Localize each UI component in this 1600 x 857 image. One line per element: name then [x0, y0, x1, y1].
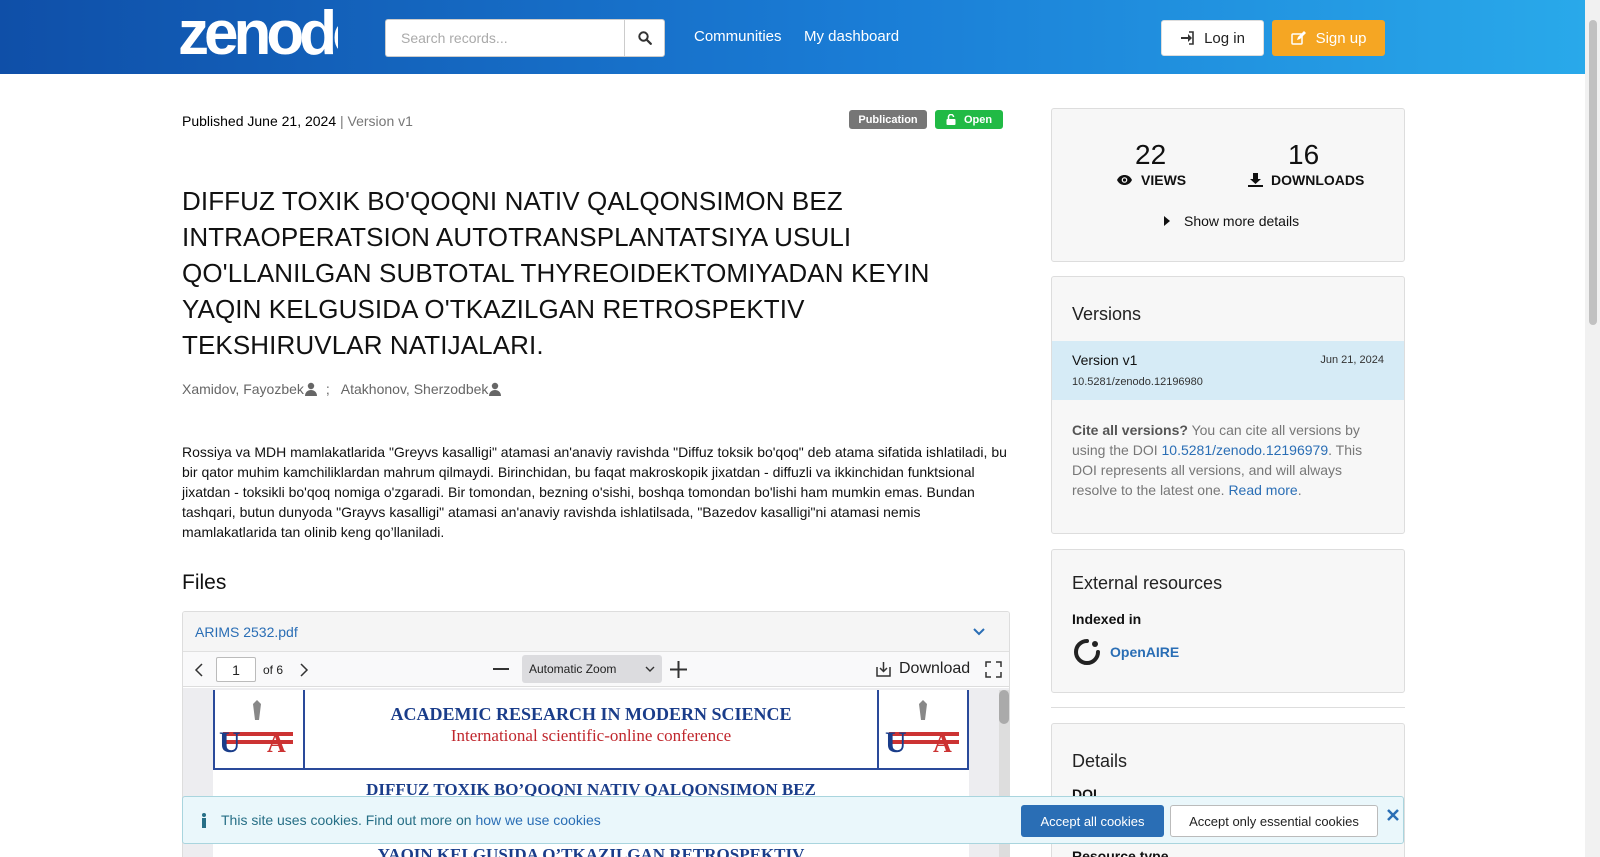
pdf-conference-title: ACADEMIC RESEARCH IN MODERN SCIENCE [390, 704, 792, 724]
version-item-date: Jun 21, 2024 [1320, 354, 1384, 366]
login-button[interactable]: Log in [1161, 20, 1264, 56]
cookie-policy-link[interactable]: how we use cookies [475, 812, 600, 828]
edit-icon [1290, 30, 1306, 45]
download-icon[interactable] [875, 661, 892, 678]
read-more-link[interactable]: Read more [1228, 482, 1297, 498]
publication-badge-label: Publication [858, 113, 918, 126]
search-input[interactable] [385, 19, 624, 57]
downloads-count: 16 [1288, 139, 1320, 170]
user-icon [489, 382, 502, 396]
eye-icon [1117, 175, 1132, 185]
page-scrollbar[interactable] [1585, 0, 1600, 857]
open-access-label: Open [963, 113, 993, 126]
svg-text:A: A [933, 729, 952, 758]
zoom-out-icon[interactable] [493, 668, 509, 671]
zoom-select[interactable]: Automatic Zoom [522, 655, 662, 683]
file-name-link[interactable]: ARIMS 2532.pdf [195, 624, 298, 640]
openaire-icon [1074, 639, 1100, 665]
external-resources-heading: External resources [1072, 573, 1223, 593]
published-date: Published June 21, 2024 [182, 113, 337, 129]
fullscreen-icon[interactable] [985, 661, 1002, 678]
download-icon [1248, 173, 1263, 187]
versions-card: Versions Version v1 Jun 21, 2024 10.5281… [1051, 276, 1405, 534]
cookie-text: This site uses cookies. Find out more on [221, 812, 476, 828]
cite-all-bold: Cite all versions? [1072, 422, 1188, 438]
svg-text:U: U [885, 726, 907, 759]
openaire-link[interactable]: OpenAIRE [1110, 644, 1179, 660]
publication-badge: Publication [849, 110, 927, 129]
pdf-conference-subtitle: International scientific-online conferen… [450, 726, 732, 745]
search-icon [637, 31, 652, 45]
resource-type-label: Resource type [1072, 848, 1169, 857]
stats-card: 22 VIEWS 16 DOWNLOADS Show more details [1051, 108, 1405, 262]
indexed-in-label: Indexed in [1072, 611, 1142, 627]
version-item-doi: 10.5281/zenodo.12196980 [1072, 376, 1203, 388]
concept-doi-link[interactable]: 10.5281/zenodo.12196979 [1162, 442, 1329, 458]
cookie-message: This site uses cookies. Find out more on… [221, 812, 601, 828]
logo-text: zenodo [178, 6, 338, 62]
file-header[interactable]: ARIMS 2532.pdf [183, 612, 1009, 652]
page-number-input[interactable]: 1 [216, 657, 256, 682]
pdf-scroll-thumb[interactable] [999, 690, 1009, 724]
sidebar-divider [1051, 707, 1405, 708]
page-scroll-thumb[interactable] [1589, 20, 1597, 325]
versions-heading: Versions [1072, 304, 1142, 324]
pdf-paper-title-line: YAQIN KELGUSIDA O’TKAZILGAN RETROSPEKTIV [377, 845, 805, 857]
downloads-label: DOWNLOADS [1248, 172, 1364, 188]
previous-page-icon[interactable] [193, 663, 205, 677]
open-access-badge: Open [935, 110, 1003, 129]
search-bar [385, 19, 665, 57]
files-heading: Files [182, 571, 227, 594]
close-icon[interactable] [1387, 809, 1399, 821]
external-resources-card: External resources Indexed in OpenAIRE [1051, 549, 1405, 693]
zoom-in-icon[interactable] [670, 661, 687, 678]
accept-essential-cookies-button[interactable]: Accept only essential cookies [1170, 805, 1378, 837]
accept-all-cookies-button[interactable]: Accept all cookies [1021, 805, 1164, 837]
author-list: Xamidov, Fayozbek ; Atakhonov, Sherzodbe… [182, 381, 502, 397]
version-item-label[interactable]: Version v1 [1072, 352, 1137, 368]
zoom-value: Automatic Zoom [529, 662, 617, 676]
login-label: Log in [1204, 29, 1245, 47]
user-icon [304, 382, 317, 396]
svg-text:A: A [267, 729, 286, 758]
top-header: zenodo Communities My dashboard Log in S… [0, 0, 1585, 74]
nav-communities[interactable]: Communities [694, 28, 782, 45]
sign-in-icon [1181, 31, 1194, 45]
show-more-label: Show more details [1184, 213, 1300, 229]
version-item[interactable]: Version v1 Jun 21, 2024 10.5281/zenodo.1… [1052, 341, 1404, 400]
nav-my-dashboard[interactable]: My dashboard [804, 28, 899, 45]
usa-logo-right: UA [877, 690, 969, 770]
info-icon [202, 813, 206, 828]
author-separator: ; [325, 381, 330, 397]
usa-logo-left: UA [213, 690, 305, 770]
record-title: DIFFUZ TOXIK BO'QOQNI NATIV QALQONSIMON … [182, 186, 930, 360]
views-label-text: VIEWS [1141, 172, 1187, 188]
author-name[interactable]: Xamidov, Fayozbek [182, 381, 304, 397]
search-button[interactable] [624, 19, 665, 57]
zenodo-logo[interactable]: zenodo [178, 6, 338, 62]
caret-right-icon [1164, 216, 1170, 226]
published-line: Published June 21, 2024 | Version v1 [182, 113, 413, 129]
download-label[interactable]: Download [899, 660, 970, 678]
next-page-icon[interactable] [298, 663, 310, 677]
details-heading: Details [1072, 751, 1128, 771]
svg-text:U: U [219, 726, 241, 759]
chevron-down-icon[interactable] [973, 627, 985, 636]
cookie-banner: This site uses cookies. Find out more on… [182, 796, 1404, 844]
chevron-down-icon [645, 666, 655, 672]
cite-all-versions: Cite all versions? You can cite all vers… [1072, 420, 1384, 500]
author-name[interactable]: Atakhonov, Sherzodbek [341, 381, 489, 397]
pdf-toolbar: 1 of 6 Automatic Zoom Download [183, 652, 1009, 687]
downloads-label-text: DOWNLOADS [1271, 172, 1365, 188]
record-abstract: Rossiya va MDH mamlakatlarida "Greyvs ka… [182, 444, 1007, 540]
signup-label: Sign up [1315, 29, 1367, 47]
cite-text-end: . [1297, 482, 1302, 498]
version-label: | Version v1 [340, 113, 413, 129]
views-label: VIEWS [1116, 172, 1186, 188]
views-count: 22 [1135, 139, 1167, 170]
unlock-icon [946, 114, 956, 125]
page-total: of 6 [263, 663, 284, 677]
signup-button[interactable]: Sign up [1272, 20, 1385, 56]
show-more-details[interactable]: Show more details [1164, 213, 1299, 229]
